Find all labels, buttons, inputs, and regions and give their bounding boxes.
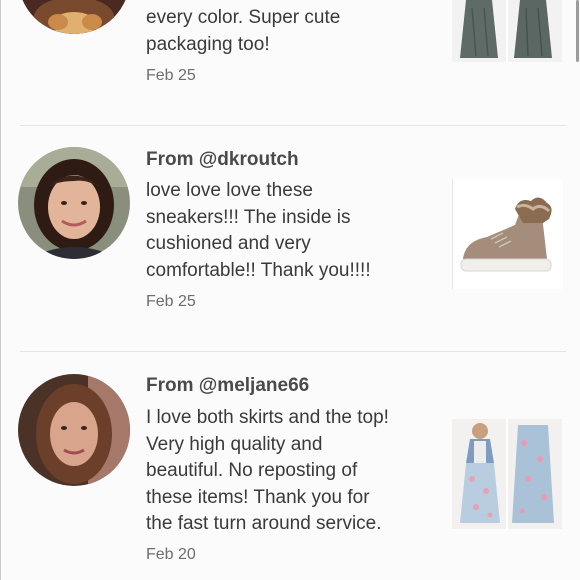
scrollbar[interactable] <box>576 0 580 580</box>
review-product-thumbnail[interactable] <box>452 419 562 529</box>
review-product-thumbnail[interactable] <box>452 179 563 289</box>
review-date: Feb 25 <box>146 293 196 310</box>
fur-trim-sneaker-photo-icon <box>453 179 563 289</box>
avatar[interactable] <box>18 147 130 259</box>
review-text: I love both skirts and the top! Very hig… <box>146 407 389 534</box>
review-author[interactable]: From @meljane66 <box>146 375 309 397</box>
review-date: Feb 20 <box>146 546 196 563</box>
review-author[interactable]: From @dkroutch <box>146 149 299 171</box>
review-date: Feb 25 <box>146 67 196 84</box>
user-avatar-photo-icon <box>18 147 130 259</box>
avatar[interactable] <box>18 0 130 34</box>
review-item: From @dkroutch love love love these snea… <box>0 126 578 351</box>
review-text: love love love these sneakers!!! The ins… <box>146 180 371 281</box>
user-avatar-photo-icon <box>18 0 130 34</box>
review-item: every color. Super cute packaging too! F… <box>0 0 578 125</box>
scrollbar-thumb[interactable] <box>576 0 579 62</box>
floral-maxi-skirt-photo-icon <box>452 419 562 529</box>
user-avatar-photo-icon <box>18 374 130 486</box>
green-maxi-dress-photo-icon <box>452 0 562 62</box>
review-text: every color. Super cute packaging too! <box>146 7 341 55</box>
review-item: From @meljane66 I love both skirts and t… <box>0 352 578 580</box>
review-product-thumbnail[interactable] <box>452 0 562 62</box>
avatar[interactable] <box>18 374 130 486</box>
